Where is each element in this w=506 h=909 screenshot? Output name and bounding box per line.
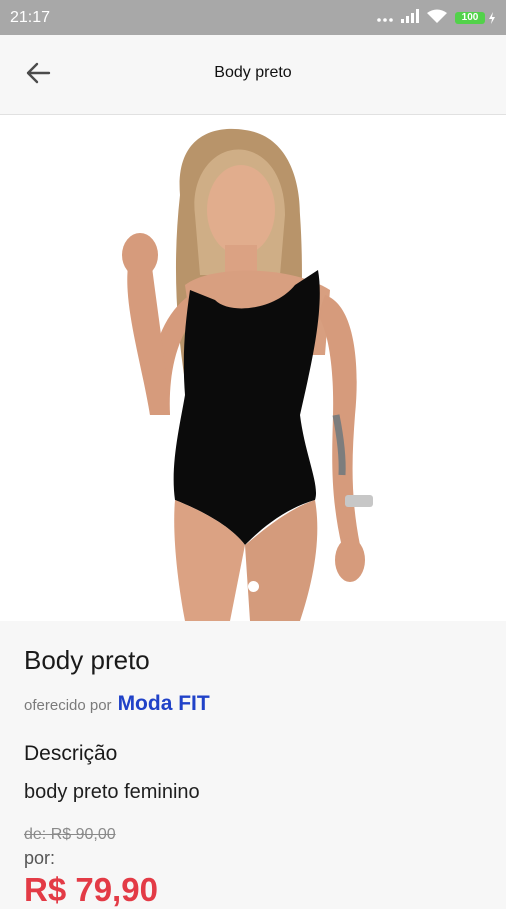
offered-by-label: oferecido por [24,697,112,714]
current-price: R$ 79,90 [24,871,158,908]
more-dots-icon [377,11,393,25]
battery-icon: 100 [455,11,496,24]
carousel-indicator-dot[interactable] [248,581,259,592]
seller-info: oferecido por Moda FIT [24,692,482,716]
product-photo [122,128,373,621]
product-name: Body preto [24,645,150,675]
wifi-icon [427,9,447,27]
page-title: Body preto [214,64,292,81]
description-heading: Descrição [24,742,118,765]
old-price: de: R$ 90,00 [24,826,116,843]
app-bar: Body preto [0,35,506,115]
signal-icon [401,9,419,26]
price-label: por: [24,848,56,868]
battery-level: 100 [455,11,485,24]
status-bar: 21:17 100 [0,0,506,35]
status-time: 21:17 [10,8,51,26]
description-text: body preto feminino [24,781,200,803]
product-details: Body preto oferecido por Moda FIT Descri… [24,621,482,909]
status-icons: 100 [377,9,496,27]
product-image-carousel[interactable] [0,115,506,621]
seller-link[interactable]: Moda FIT [118,692,210,716]
